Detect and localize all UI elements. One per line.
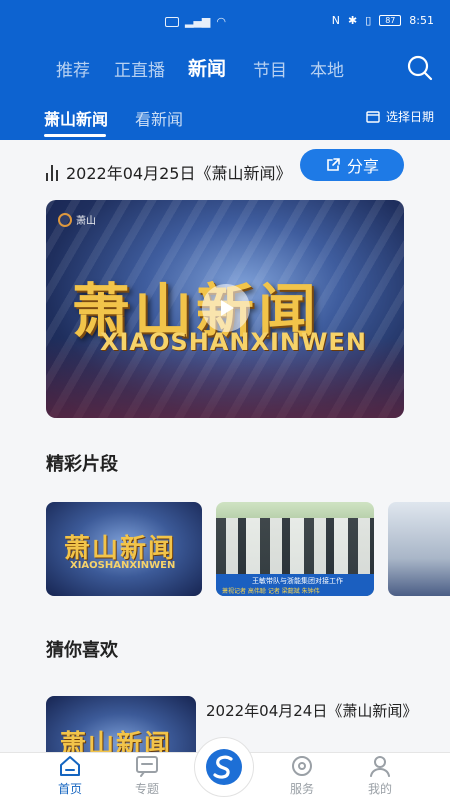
tab-local[interactable]: 本地 bbox=[310, 56, 344, 81]
tab-watch-news[interactable]: 看新闻 bbox=[135, 106, 183, 130]
app-logo-icon bbox=[206, 749, 242, 785]
nav-home-label: 首页 bbox=[57, 782, 82, 796]
section-title-recommend: 猜你喜欢 bbox=[46, 640, 118, 661]
date-picker-label: 选择日期 bbox=[385, 110, 434, 124]
stats-icon bbox=[46, 163, 58, 181]
clip-program-pinyin: XIAOSHANXINWEN bbox=[70, 560, 176, 571]
status-icons-left: ▂▄▆ ◠ bbox=[165, 15, 226, 28]
nav-topics[interactable]: 专题 bbox=[112, 753, 182, 800]
share-button[interactable]: 分享 bbox=[300, 149, 404, 181]
clip-credits: 萧视记者 高伟聪 记者 梁懿斌 朱钟伟 bbox=[222, 588, 320, 595]
tab-live[interactable]: 正直播 bbox=[114, 56, 165, 81]
services-icon bbox=[292, 756, 312, 776]
channel-logo-icon bbox=[58, 212, 72, 227]
bottom-nav: 首页 专题 服务 我的 bbox=[0, 737, 450, 800]
hd-icon bbox=[165, 16, 179, 27]
main-content: 2022年04月25日《萧山新闻》 分享 萧山 萧山新闻 XIAOSHANXIN… bbox=[0, 140, 450, 752]
clip-caption: 王敏带队与浙能集团对接工作 bbox=[252, 577, 343, 585]
date-picker-button[interactable]: 选择日期 bbox=[366, 108, 434, 125]
clock: 8:51 bbox=[409, 14, 434, 27]
tab-programs[interactable]: 节目 bbox=[253, 56, 287, 81]
nav-profile-label: 我的 bbox=[367, 782, 392, 796]
nav-services-label: 服务 bbox=[289, 782, 314, 796]
top-nav: 推荐 正直播 新闻 节目 本地 bbox=[0, 44, 450, 92]
clip-thumbnail bbox=[216, 518, 374, 574]
tab-xiaoshan-news[interactable]: 萧山新闻 bbox=[44, 106, 108, 130]
center-app-logo-button[interactable] bbox=[194, 737, 254, 797]
nav-home[interactable]: 首页 bbox=[35, 753, 105, 800]
clip-card[interactable]: 王敏带队与浙能集团对接工作 萧视记者 高伟聪 记者 梁懿斌 朱钟伟 bbox=[216, 502, 374, 596]
battery-icon: 87 bbox=[379, 15, 402, 26]
channel-logo-text: 萧山 bbox=[76, 216, 96, 227]
profile-icon bbox=[370, 756, 390, 777]
play-icon bbox=[221, 300, 234, 316]
nav-profile[interactable]: 我的 bbox=[345, 753, 415, 800]
topics-icon bbox=[136, 756, 158, 777]
status-bar: ▂▄▆ ◠ N ✱ ▯ 87 8:51 bbox=[0, 0, 450, 44]
clip-card[interactable]: 萧山新闻 XIAOSHANXINWEN bbox=[46, 502, 202, 596]
active-tab-indicator bbox=[44, 134, 106, 137]
tab-news[interactable]: 新闻 bbox=[188, 54, 226, 81]
nav-topics-label: 专题 bbox=[134, 782, 159, 796]
search-icon[interactable] bbox=[406, 54, 434, 82]
channel-logo: 萧山 bbox=[58, 212, 96, 227]
recommend-title[interactable]: 2022年04月24日《萧山新闻》 bbox=[206, 700, 417, 721]
sub-nav: 萧山新闻 看新闻 选择日期 bbox=[0, 92, 450, 140]
signal-icon: ▂▄▆ bbox=[185, 15, 211, 28]
vibrate-icon: ▯ bbox=[365, 14, 372, 27]
share-label: 分享 bbox=[346, 157, 379, 176]
wifi-icon: ◠ bbox=[216, 15, 226, 28]
hero-program-pinyin: XIAOSHANXINWEN bbox=[100, 328, 367, 356]
nav-services[interactable]: 服务 bbox=[267, 753, 337, 800]
calendar-icon bbox=[366, 111, 380, 123]
recommend-thumbnail[interactable]: 萧山新闻 bbox=[46, 696, 196, 752]
bluetooth-icon: ✱ bbox=[348, 14, 358, 27]
tab-recommend[interactable]: 推荐 bbox=[56, 56, 90, 81]
clip-card[interactable] bbox=[388, 502, 450, 596]
nfc-icon: N bbox=[331, 14, 341, 27]
hero-video[interactable]: 萧山 萧山新闻 XIAOSHANXINWEN bbox=[46, 200, 404, 418]
status-icons-right: N ✱ ▯ 87 8:51 bbox=[332, 14, 434, 27]
home-icon bbox=[60, 756, 80, 776]
recommend-program-logo: 萧山新闻 bbox=[60, 730, 173, 752]
share-icon bbox=[327, 158, 340, 171]
section-title-clips: 精彩片段 bbox=[46, 454, 118, 475]
clip-caption-bar: 王敏带队与浙能集团对接工作 萧视记者 高伟聪 记者 梁懿斌 朱钟伟 bbox=[216, 574, 374, 596]
episode-title: 2022年04月25日《萧山新闻》 bbox=[66, 164, 292, 183]
play-button[interactable] bbox=[202, 284, 250, 332]
